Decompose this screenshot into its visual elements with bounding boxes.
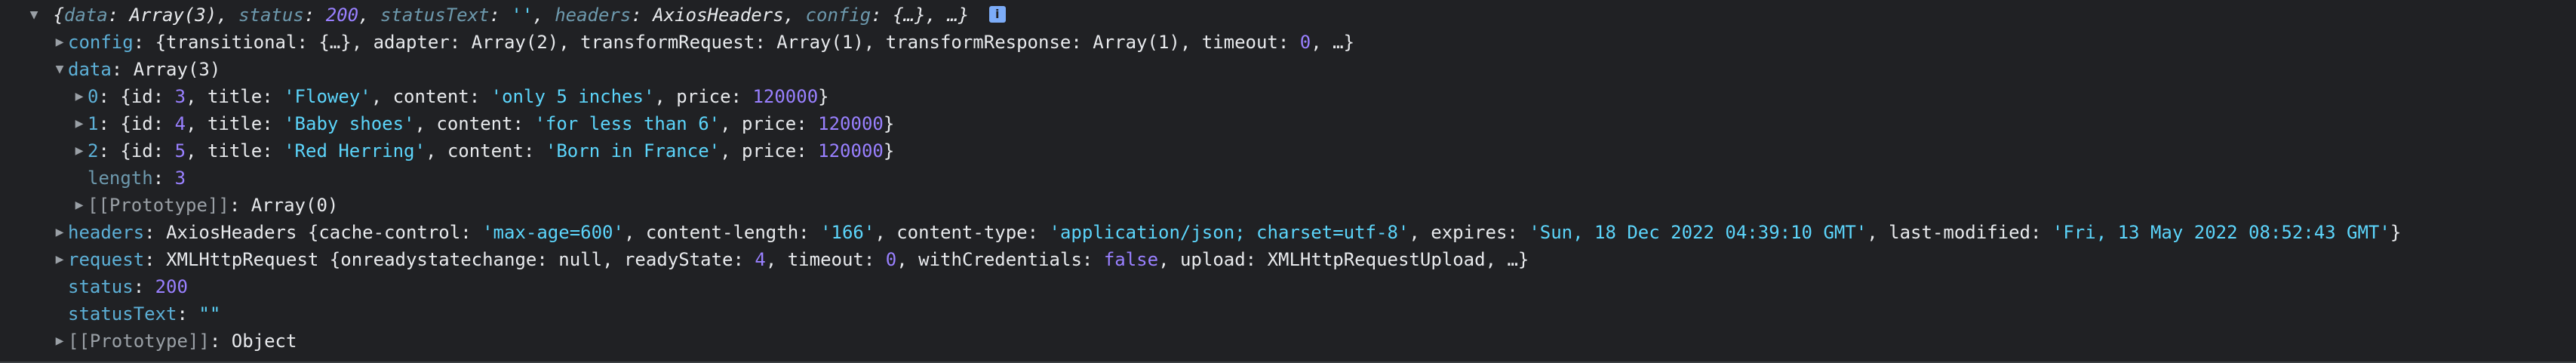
summary-statustext-key: statusText xyxy=(380,5,490,26)
length-value: 3 xyxy=(174,168,186,189)
item-price: 120000 xyxy=(818,113,884,134)
header-value: 'Sun, 18 Dec 2022 04:39:10 GMT' xyxy=(1529,222,1867,243)
statustext-value: "" xyxy=(198,303,221,325)
collapsed-triangle-icon[interactable]: ▶ xyxy=(71,137,88,165)
summary-headers-value: AxiosHeaders xyxy=(653,5,784,26)
expanded-triangle-icon[interactable]: ▼ xyxy=(51,56,68,83)
headers-key: headers xyxy=(68,222,145,243)
item-content: 'only 5 inches' xyxy=(490,86,655,107)
item-id: 5 xyxy=(174,140,186,162)
request-prop-name: onreadystatechange xyxy=(340,249,537,270)
summary-statustext-value: '' xyxy=(511,5,533,26)
data-key: data xyxy=(68,59,112,80)
collapsed-triangle-icon[interactable]: ▶ xyxy=(71,83,88,110)
request-prop-value: 4 xyxy=(755,249,766,270)
summary-status-value: 200 xyxy=(325,5,359,26)
console-panel: ▼ {data: Array(3), status: 200, statusTe… xyxy=(0,0,2576,363)
statustext-key: statusText xyxy=(68,303,177,325)
object-prototype-row[interactable]: ▶ [[Prototype]]: Object xyxy=(51,328,297,355)
request-prop-value: null xyxy=(558,249,603,270)
length-row: ▶length: 3 xyxy=(88,168,186,189)
summary-tail: …} xyxy=(947,5,970,26)
item-content: 'Born in France' xyxy=(545,140,721,162)
data-row[interactable]: ▼ data: Array(3) xyxy=(51,56,221,83)
request-class: XMLHttpRequest xyxy=(166,249,319,270)
collapsed-triangle-icon[interactable]: ▶ xyxy=(51,246,68,273)
request-prop-value: 0 xyxy=(885,249,897,270)
request-prop-name: withCredentials xyxy=(918,249,1082,270)
item-index: 2 xyxy=(88,140,99,162)
request-prop-value: XMLHttpRequestUpload xyxy=(1267,249,1486,270)
status-key: status xyxy=(68,276,134,297)
config-row[interactable]: ▶ config: {transitional: {…}, adapter: Ar… xyxy=(51,29,1354,56)
request-prop-value: false xyxy=(1103,249,1159,270)
item-index: 1 xyxy=(88,113,99,134)
item-title: 'Baby shoes' xyxy=(284,113,415,134)
prototype-key: [[Prototype]] xyxy=(88,195,229,216)
header-value: 'Fri, 13 May 2022 08:52:43 GMT' xyxy=(2052,222,2390,243)
prototype-key: [[Prototype]] xyxy=(68,331,210,352)
collapsed-triangle-icon[interactable]: ▶ xyxy=(51,219,68,246)
collapsed-triangle-icon[interactable]: ▶ xyxy=(71,192,88,219)
list-item[interactable]: ▶ 0: {id: 3, title: 'Flowey', content: 'o… xyxy=(71,83,829,110)
status-row: ▶status: 200 xyxy=(68,276,188,297)
headers-row[interactable]: ▶ headers: AxiosHeaders {cache-control: '… xyxy=(51,219,2402,246)
data-type: Array(3) xyxy=(133,59,221,80)
status-value: 200 xyxy=(155,276,188,297)
summary-config-key: config xyxy=(805,5,871,26)
prototype-value: Object xyxy=(231,331,297,352)
summary-data-key: data xyxy=(63,5,108,26)
summary-headers-key: headers xyxy=(555,5,632,26)
expanded-triangle-icon[interactable]: ▼ xyxy=(26,2,42,29)
config-preview: {transitional: {…}, adapter: Array(2), t… xyxy=(155,32,1300,53)
header-name: expires xyxy=(1431,222,1508,243)
summary-data-value: Array(3) xyxy=(129,5,217,26)
array-prototype-row[interactable]: ▶ [[Prototype]]: Array(0) xyxy=(71,192,339,219)
length-key: length xyxy=(88,168,153,189)
statustext-row: ▶statusText: "" xyxy=(68,303,221,325)
item-id: 4 xyxy=(174,113,186,134)
headers-class: AxiosHeaders xyxy=(166,222,297,243)
summary-config-value: {…} xyxy=(893,5,926,26)
list-item[interactable]: ▶ 2: {id: 5, title: 'Red Herring', conten… xyxy=(71,137,895,165)
info-icon[interactable]: i xyxy=(988,6,1006,23)
header-name: cache-control xyxy=(318,222,461,243)
item-index: 0 xyxy=(88,86,99,107)
brace-open: { xyxy=(53,5,64,26)
collapsed-triangle-icon[interactable]: ▶ xyxy=(71,110,88,137)
config-preview-tail: , …} xyxy=(1311,32,1355,53)
header-name: content-type xyxy=(896,222,1028,243)
item-title: 'Red Herring' xyxy=(284,140,426,162)
request-row[interactable]: ▶ request: XMLHttpRequest {onreadystatech… xyxy=(51,246,1529,273)
config-key: config xyxy=(68,32,134,53)
collapsed-triangle-icon[interactable]: ▶ xyxy=(51,29,68,56)
item-price: 120000 xyxy=(752,86,819,107)
item-price: 120000 xyxy=(818,140,884,162)
list-item[interactable]: ▶ 1: {id: 4, title: 'Baby shoes', content… xyxy=(71,110,895,137)
config-timeout-value: 0 xyxy=(1299,32,1311,53)
prototype-value: Array(0) xyxy=(251,195,339,216)
item-title: 'Flowey' xyxy=(284,86,371,107)
request-key: request xyxy=(68,249,145,270)
header-value: '166' xyxy=(820,222,875,243)
header-value: 'application/json; charset=utf-8' xyxy=(1049,222,1409,243)
request-tail: , …} xyxy=(1485,249,1529,270)
summary-status-key: status xyxy=(238,5,304,26)
header-value: 'max-age=600' xyxy=(482,222,624,243)
request-prop-name: readyState xyxy=(623,249,733,270)
header-name: content-length xyxy=(645,222,799,243)
item-content: 'for less than 6' xyxy=(534,113,721,134)
item-id: 3 xyxy=(174,86,186,107)
header-name: last-modified xyxy=(1889,222,2030,243)
request-prop-name: timeout xyxy=(787,249,864,270)
collapsed-triangle-icon[interactable]: ▶ xyxy=(51,328,68,355)
request-prop-name: upload xyxy=(1179,249,1246,270)
response-summary-row[interactable]: ▼ {data: Array(3), status: 200, statusTe… xyxy=(26,2,1006,29)
